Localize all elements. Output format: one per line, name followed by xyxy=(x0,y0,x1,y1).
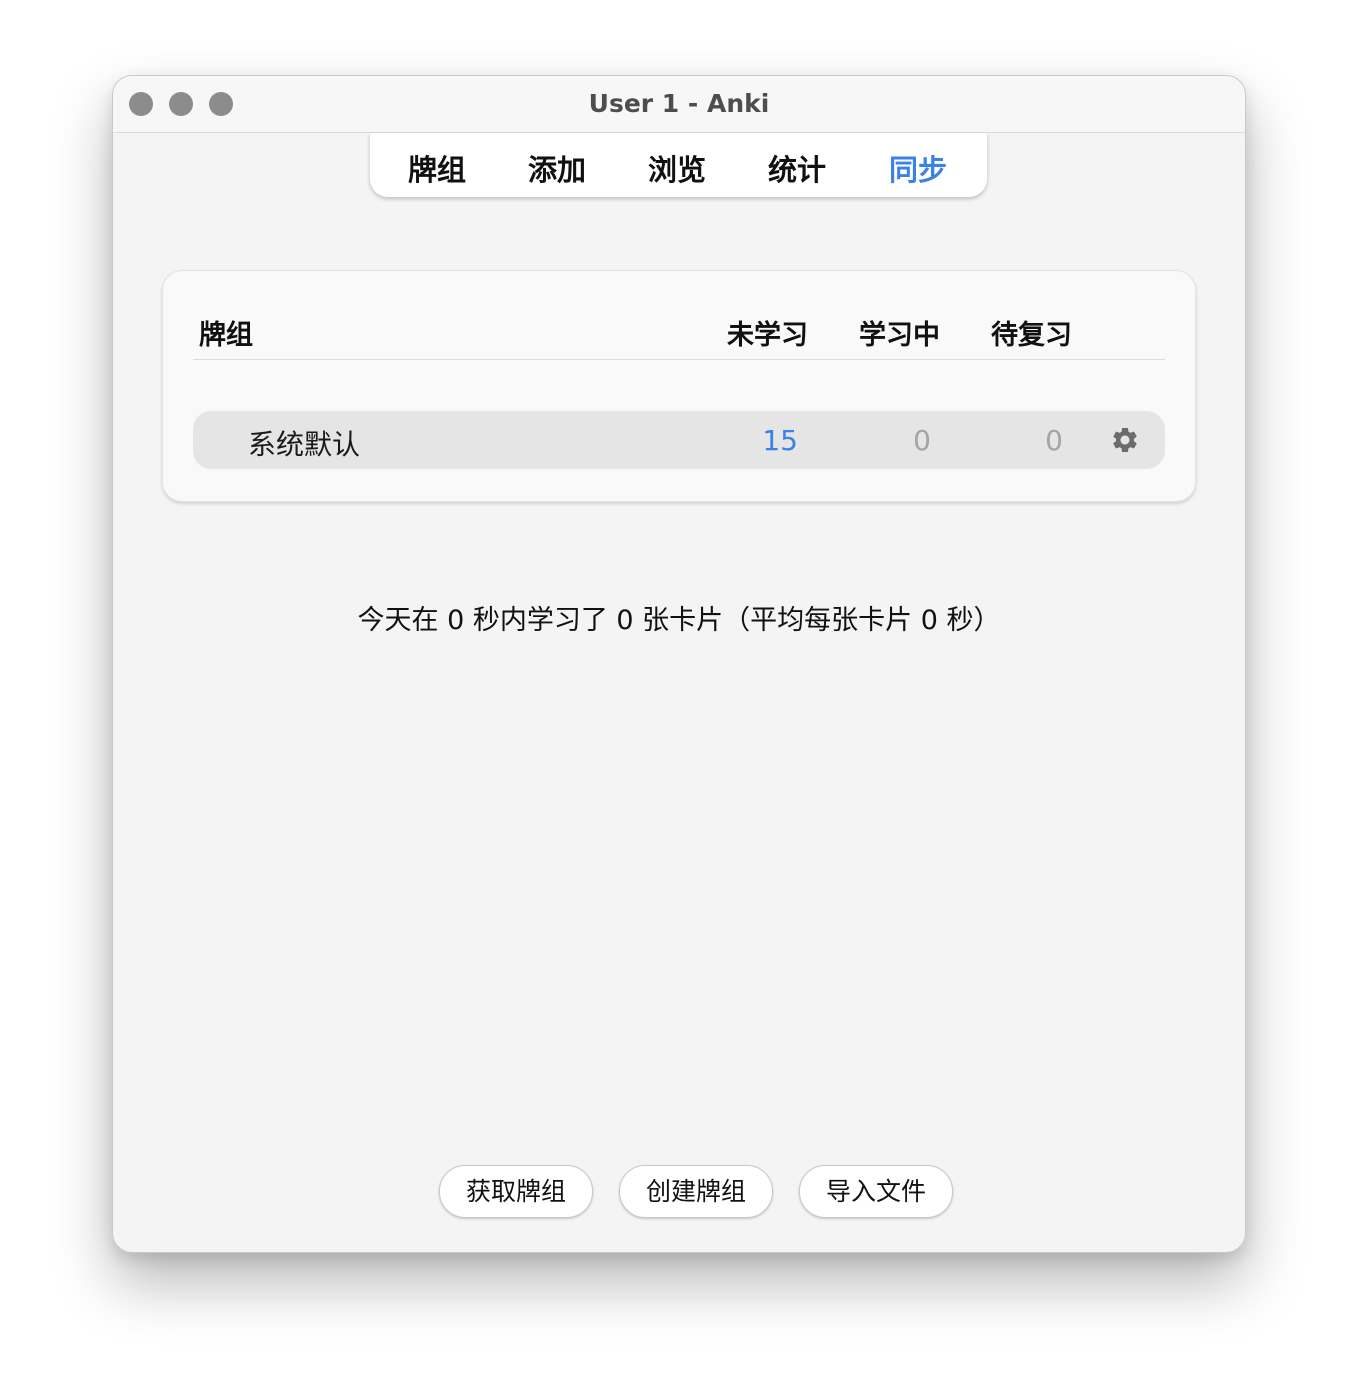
top-toolbar: 牌组 添加 浏览 统计 同步 xyxy=(370,133,987,197)
header-divider xyxy=(193,359,1165,360)
deck-row[interactable]: 系统默认 15 0 0 xyxy=(193,411,1165,469)
toolbar-sync-link[interactable]: 同步 xyxy=(889,147,947,189)
deck-new-count: 15 xyxy=(762,424,798,457)
gear-icon[interactable] xyxy=(1110,425,1140,455)
learning-column-header: 学习中 xyxy=(859,320,940,351)
new-column-header: 未学习 xyxy=(727,320,808,351)
get-shared-decks-button[interactable]: 获取牌组 xyxy=(439,1165,593,1218)
deck-name-link[interactable]: 系统默认 xyxy=(248,423,360,463)
toolbar-decks-link[interactable]: 牌组 xyxy=(408,147,466,189)
due-column-header: 待复习 xyxy=(991,320,1072,351)
deck-learning-count: 0 xyxy=(913,424,931,457)
import-file-button[interactable]: 导入文件 xyxy=(799,1165,953,1218)
create-deck-button[interactable]: 创建牌组 xyxy=(619,1165,773,1218)
deck-list-panel: 牌组 未学习 学习中 待复习 系统默认 15 0 0 xyxy=(162,270,1196,502)
toolbar-stats-link[interactable]: 统计 xyxy=(768,147,826,189)
toolbar-add-link[interactable]: 添加 xyxy=(528,147,586,189)
anki-main-window: User 1 - Anki 牌组 添加 浏览 统计 同步 牌组 未学习 学习中 … xyxy=(112,75,1246,1253)
today-stats-text: 今天在 0 秒内学习了 0 张卡片（平均每张卡片 0 秒） xyxy=(357,605,1001,636)
deck-due-count: 0 xyxy=(1045,424,1063,457)
title-bar[interactable]: User 1 - Anki xyxy=(113,76,1245,133)
window-title: User 1 - Anki xyxy=(588,89,770,118)
deck-column-header: 牌组 xyxy=(199,320,253,351)
toolbar-browse-link[interactable]: 浏览 xyxy=(648,147,706,189)
